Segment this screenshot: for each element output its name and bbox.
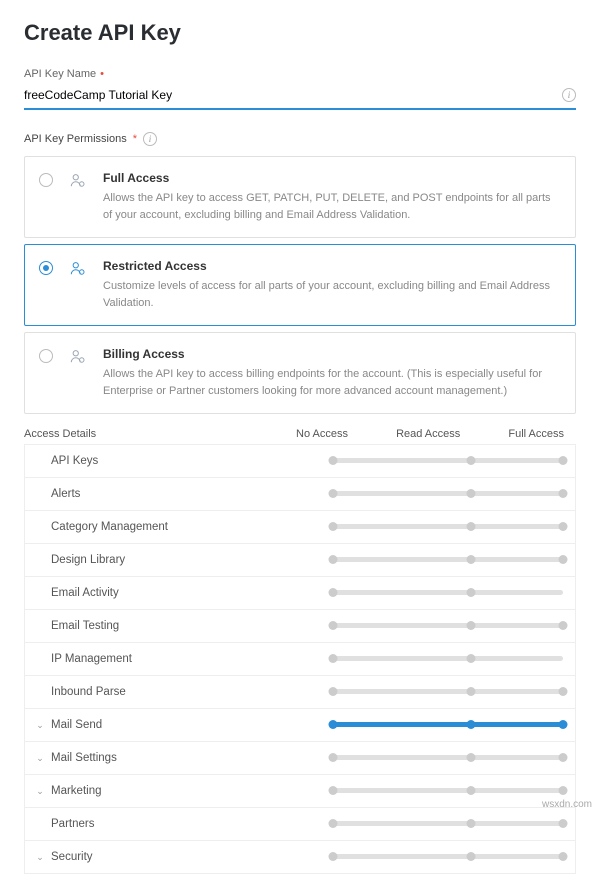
access-row: Inbound Parse [24,676,576,709]
access-row-label: Alerts [47,488,333,500]
access-row: ⌄ Mail Settings [24,742,576,775]
permissions-label: API Key Permissions* i [24,132,576,146]
access-slider[interactable] [333,688,563,696]
permission-option-full-access[interactable]: Full Access Allows the API key to access … [24,156,576,238]
access-slider[interactable] [333,457,563,465]
access-row-label: Category Management [47,521,333,533]
access-row: Design Library [24,544,576,577]
access-row-label: IP Management [47,653,333,665]
access-slider[interactable] [333,853,563,861]
access-row-label: Design Library [47,554,333,566]
access-columns: No Access Read Access Full Access [296,428,576,440]
access-row-label: Inbound Parse [47,686,333,698]
access-row: Alerts [24,478,576,511]
info-icon[interactable]: i [143,132,157,146]
access-row: Partners [24,808,576,841]
access-slider[interactable] [333,820,563,828]
access-row: API Keys [24,444,576,478]
access-slider[interactable] [333,655,563,663]
access-row-label: Mail Send [47,719,333,731]
access-row-label: Partners [47,818,333,830]
chevron-down-icon[interactable]: ⌄ [33,786,47,797]
info-icon[interactable]: i [562,88,576,102]
access-row: Email Activity [24,577,576,610]
permission-title: Full Access [103,171,561,185]
permission-desc: Allows the API key to access GET, PATCH,… [103,190,561,223]
api-key-name-label: API Key Name• [24,68,576,80]
access-row-label: Marketing [47,785,333,797]
user-icon [69,260,87,281]
chevron-down-icon[interactable]: ⌄ [33,753,47,764]
radio-icon [39,173,53,187]
access-row: Category Management [24,511,576,544]
access-row-label: Mail Settings [47,752,333,764]
api-key-name-input[interactable] [24,84,576,110]
permission-desc: Customize levels of access for all parts… [103,278,561,311]
chevron-down-icon[interactable]: ⌄ [33,720,47,731]
access-slider[interactable] [333,787,563,795]
radio-icon [39,261,53,275]
access-slider[interactable] [333,622,563,630]
access-slider[interactable] [333,754,563,762]
watermark: wsxdn.com [542,799,592,810]
user-icon [69,348,87,369]
access-row: Email Testing [24,610,576,643]
access-details-label: Access Details [24,428,96,440]
chevron-down-icon[interactable]: ⌄ [33,852,47,863]
page-title: Create API Key [24,20,576,46]
permission-title: Billing Access [103,347,561,361]
radio-icon [39,349,53,363]
access-row: ⌄ Marketing [24,775,576,808]
access-slider[interactable] [333,556,563,564]
access-slider[interactable] [333,490,563,498]
access-row: ⌄ Mail Send [24,709,576,742]
permission-title: Restricted Access [103,259,561,273]
permission-desc: Allows the API key to access billing end… [103,366,561,399]
access-row: ⌄ Security [24,841,576,874]
access-row-label: Security [47,851,333,863]
access-slider[interactable] [333,523,563,531]
permission-option-billing-access[interactable]: Billing Access Allows the API key to acce… [24,332,576,414]
access-row-label: API Keys [47,455,333,467]
access-slider[interactable] [333,589,563,597]
access-row-label: Email Testing [47,620,333,632]
user-icon [69,172,87,193]
permission-option-restricted-access[interactable]: Restricted Access Customize levels of acc… [24,244,576,326]
access-row-label: Email Activity [47,587,333,599]
access-row: IP Management [24,643,576,676]
access-slider[interactable] [333,721,563,729]
